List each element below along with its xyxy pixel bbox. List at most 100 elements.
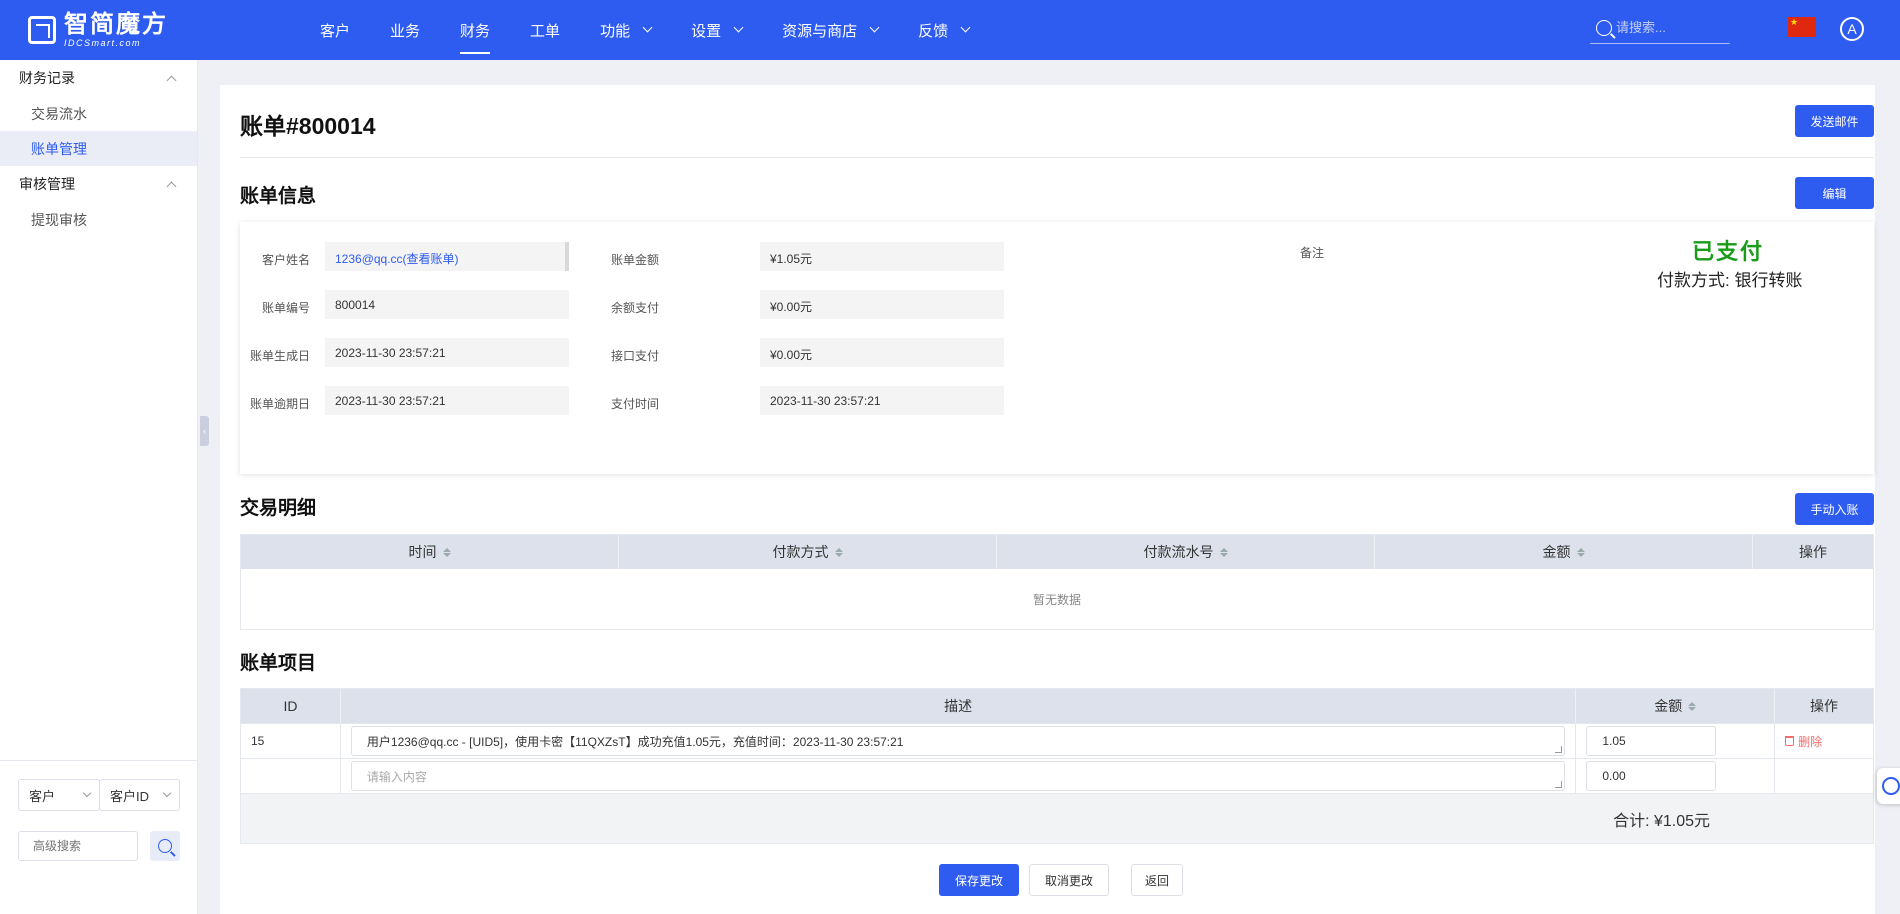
back-button[interactable]: 返回 [1131,864,1183,896]
new-description-textarea[interactable]: 请输入内容 [350,761,1566,791]
search-icon [158,839,172,853]
field-value: 800014 [325,290,569,319]
cancel-button[interactable]: 取消更改 [1029,864,1109,896]
amount-cell: 1.05 [1576,724,1776,758]
column-header-1[interactable]: 付款方式 [619,535,997,569]
field-value: 2023-11-30 23:57:21 [325,386,569,415]
customer-link[interactable]: 1236@qq.cc(查看账单) [325,242,569,271]
nav-label: 工单 [530,22,561,40]
transactions-table: 时间 付款方式 付款流水号 金额 操作 暂无数据 [240,534,1874,630]
avatar[interactable]: A [1840,17,1864,41]
refresh-icon [1882,777,1900,795]
total-amount: 合计: ¥1.05元 [241,793,1873,843]
nav-item-2[interactable]: 财务 [440,0,510,60]
nav-item-5[interactable]: 设置 [671,0,762,60]
china-flag-icon[interactable] [1788,17,1816,37]
new-amount-input[interactable]: 0.00 [1586,761,1717,791]
trash-icon [1785,736,1795,746]
brand-sub: IDCSmart.com [64,37,142,48]
desc-cell: 用户1236@qq.cc - [UID5]，使用卡密【11QXZsT】成功充值1… [341,724,1577,758]
field-label: 余额支付 [610,301,659,315]
delete-label: 删除 [1798,734,1823,749]
search-icon [1596,19,1612,36]
select-value: 客户 [29,788,56,804]
sort-icon [1688,701,1697,711]
float-helper-widget[interactable] [1877,768,1900,804]
field-value: 2023-11-30 23:57:21 [325,338,569,367]
column-header-3[interactable]: 金额 [1375,535,1753,569]
field-value: 2023-11-30 23:57:21 [760,386,1004,415]
empty-state: 暂无数据 [1032,592,1081,607]
search-input[interactable] [1616,20,1716,35]
bill-info-card: 备注 已支付 付款方式: 银行转账 客户姓名 1236@qq.cc(查看账单) 账单… [240,222,1874,474]
nav-item-3[interactable]: 工单 [510,0,580,60]
column-header-2[interactable]: 金额 [1576,689,1776,723]
nav-item-4[interactable]: 功能 [580,0,671,60]
amount-cell: 0.00 [1576,759,1776,793]
sidebar-item-0-1[interactable]: 账单管理 [0,131,197,166]
nav-label: 客户 [320,22,351,40]
edit-button[interactable]: 编辑 [1795,177,1874,209]
chevron-down-icon [162,788,172,798]
brand-logo[interactable]: 智简魔方 IDCSmart.com [28,12,168,48]
send-email-button[interactable]: 发送邮件 [1795,105,1874,137]
table-row-new: 请输入内容 0.00 [241,758,1873,793]
save-button[interactable]: 保存更改 [939,864,1019,896]
sidebar-group-0[interactable]: 财务记录 [0,60,197,96]
field-value: ¥0.00元 [760,338,1004,367]
delete-link[interactable]: 删除 [1785,733,1822,750]
advanced-search-button[interactable] [150,831,180,861]
amount-input[interactable]: 1.05 [1586,726,1717,756]
brand-name: 智简魔方 [64,10,168,38]
column-header-3: 操作 [1775,689,1873,723]
sidebar-item-0-0[interactable]: 交易流水 [0,96,197,131]
action-cell: 删除 [1775,724,1873,758]
sidebar-group-1[interactable]: 审核管理 [0,166,197,202]
nav-label: 设置 [691,22,722,40]
description-textarea[interactable]: 用户1236@qq.cc - [UID5]，使用卡密【11QXZsT】成功充值1… [350,726,1566,756]
column-header-0[interactable]: 时间 [241,535,619,569]
column-header-2[interactable]: 付款流水号 [997,535,1375,569]
sort-icon [1219,547,1228,557]
field-select[interactable]: 客户ID [99,779,180,811]
main-nav: 客户 业务 财务 工单 功能 设置 资源与商店 反馈 [300,0,989,60]
chevron-down-icon [642,22,653,33]
column-label: 金额 [1542,544,1571,560]
column-label: 付款方式 [772,544,829,560]
column-label: 描述 [944,698,973,714]
chevron-up-icon [166,75,177,85]
main-content: 账单#800014 发送邮件 账单信息 编辑 备注 已支付 付款方式: 银行转账… [220,85,1875,914]
select-value: 客户ID [110,788,150,804]
bill-items-title: 账单项目 [240,653,317,674]
column-header-1: 描述 [341,689,1577,723]
nav-item-7[interactable]: 反馈 [898,0,989,60]
nav-label: 业务 [390,22,421,40]
nav-item-1[interactable]: 业务 [370,0,440,60]
advanced-search-input[interactable] [18,831,138,861]
field-label: 客户姓名 [261,253,310,267]
global-search[interactable] [1590,12,1730,44]
chevron-down-icon [82,788,92,798]
customer-type-select[interactable]: 客户 [18,779,100,811]
chevron-up-icon [166,181,177,191]
nav-label: 功能 [600,22,631,40]
manual-entry-button[interactable]: 手动入账 [1795,493,1874,525]
nav-item-0[interactable]: 客户 [300,0,370,60]
table-row: 15 用户1236@qq.cc - [UID5]，使用卡密【11QXZsT】成功… [241,723,1873,758]
payment-method: 付款方式: 银行转账 [1657,271,1803,290]
table-header: ID 描述 金额 操作 [241,689,1873,723]
transactions-title: 交易明细 [240,498,317,519]
sort-icon [1576,547,1585,557]
column-label: ID [283,698,298,714]
sidebar: 财务记录 交易流水 账单管理 审核管理 提现审核 客户 客户ID [0,60,198,914]
bill-items-table: ID 描述 金额 操作 15 用户1236@qq.cc - [UID5]，使用卡密【1… [240,688,1874,844]
column-label: 操作 [1799,544,1827,560]
sidebar-collapse-handle[interactable]: ‹ [200,416,209,446]
divider [240,157,1874,158]
nav-item-6[interactable]: 资源与商店 [762,0,898,60]
field-label: 接口支付 [610,349,659,363]
payment-status: 已支付 [1692,239,1765,264]
sidebar-item-1-0[interactable]: 提现审核 [0,202,197,237]
nav-label: 财务 [460,22,491,40]
field-value: ¥1.05元 [760,242,1004,271]
